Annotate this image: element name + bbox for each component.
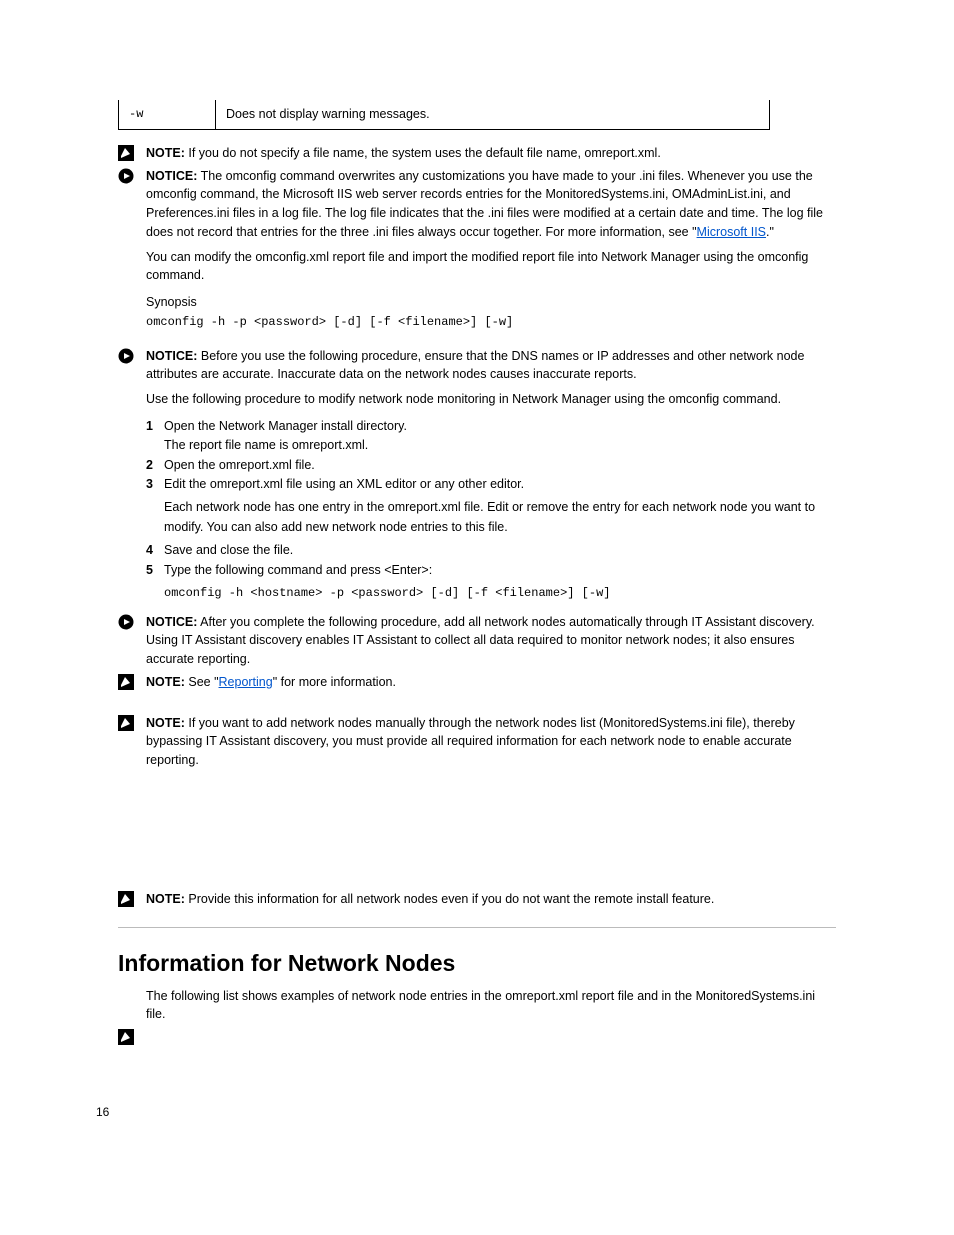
notice-text: NOTICE: The omconfig command overwrites … xyxy=(146,167,836,242)
page-content: -w Does not display warning messages. NO… xyxy=(0,0,954,1159)
note-icon xyxy=(118,891,134,907)
note-label: NOTE: xyxy=(146,716,185,730)
note-icon xyxy=(118,674,134,690)
note-block: NOTE: If you do not specify a file name,… xyxy=(118,144,836,163)
notice-text: NOTICE: Before you use the following pro… xyxy=(146,347,836,385)
notice-body: After you complete the following procedu… xyxy=(146,615,815,667)
options-table: -w Does not display warning messages. xyxy=(118,100,770,130)
section-heading: Information for Network Nodes xyxy=(118,950,836,977)
synopsis-code: omconfig -h -p <password> [-d] [-f <file… xyxy=(146,314,836,331)
section-divider xyxy=(118,927,836,928)
notice-block: NOTICE: After you complete the following… xyxy=(118,613,836,669)
notice-icon xyxy=(118,348,134,364)
notice-icon xyxy=(118,168,134,184)
step-number: 5 xyxy=(146,561,164,580)
step-text: Edit the omreport.xml file using an XML … xyxy=(164,477,524,491)
note-body: If you do not specify a file name, the s… xyxy=(185,146,661,160)
step-number: 1 xyxy=(146,417,164,436)
note-body-a: See " xyxy=(185,675,219,689)
page-number: 16 xyxy=(96,1105,836,1119)
paragraph: You can modify the omconfig.xml report f… xyxy=(146,248,836,286)
step: 4Save and close the file. xyxy=(146,541,836,560)
step: 3Edit the omreport.xml file using an XML… xyxy=(146,475,836,494)
note-block: NOTE: Provide this information for all n… xyxy=(118,890,836,909)
step-subtext: Each network node has one entry in the o… xyxy=(164,498,836,537)
link-microsoft-iis[interactable]: Microsoft IIS xyxy=(697,225,766,239)
notice-label: NOTICE: xyxy=(146,169,197,183)
note-icon xyxy=(118,1029,134,1045)
step-subtext: The report file name is omreport.xml. xyxy=(164,436,836,455)
notice-block: NOTICE: Before you use the following pro… xyxy=(118,347,836,385)
synopsis-label: Synopsis xyxy=(146,293,836,312)
step-number: 3 xyxy=(146,475,164,494)
notice-body-b: ." xyxy=(766,225,774,239)
link-reporting[interactable]: Reporting xyxy=(219,675,273,689)
option-desc: Does not display warning messages. xyxy=(216,100,770,129)
steps-list: 1Open the Network Manager install direct… xyxy=(146,417,836,603)
note-label: NOTE: xyxy=(146,146,185,160)
step-code: omconfig -h <hostname> -p <password> [-d… xyxy=(164,584,836,603)
step-number: 4 xyxy=(146,541,164,560)
note-text: NOTE: If you want to add network nodes m… xyxy=(146,714,836,770)
step: 5Type the following command and press <E… xyxy=(146,561,836,580)
note-icon xyxy=(118,145,134,161)
note-body-b: " for more information. xyxy=(273,675,396,689)
note-block xyxy=(118,1028,836,1045)
note-icon xyxy=(118,715,134,731)
note-body: Provide this information for all network… xyxy=(185,892,714,906)
step-text: Open the Network Manager install directo… xyxy=(164,419,407,433)
paragraph: The following list shows examples of net… xyxy=(146,987,836,1025)
table-row: -w Does not display warning messages. xyxy=(119,100,770,129)
notice-icon xyxy=(118,614,134,630)
option-flag: -w xyxy=(119,100,216,129)
paragraph: Use the following procedure to modify ne… xyxy=(146,390,836,409)
notice-text: NOTICE: After you complete the following… xyxy=(146,613,836,669)
notice-body: Before you use the following procedure, … xyxy=(146,349,804,382)
note-text: NOTE: If you do not specify a file name,… xyxy=(146,144,836,163)
notice-label: NOTICE: xyxy=(146,615,197,629)
step-text: Open the omreport.xml file. xyxy=(164,458,315,472)
step-text: Save and close the file. xyxy=(164,543,293,557)
notice-block: NOTICE: The omconfig command overwrites … xyxy=(118,167,836,242)
note-body: If you want to add network nodes manuall… xyxy=(146,716,795,768)
note-label: NOTE: xyxy=(146,892,185,906)
step: 1Open the Network Manager install direct… xyxy=(146,417,836,436)
note-block: The following list shows examples of net… xyxy=(118,987,836,1025)
note-label: NOTE: xyxy=(146,675,185,689)
note-text: NOTE: See "Reporting" for more informati… xyxy=(146,673,836,692)
step-text: Type the following command and press <En… xyxy=(164,563,432,577)
note-block: NOTE: See "Reporting" for more informati… xyxy=(118,673,836,692)
step-number: 2 xyxy=(146,456,164,475)
note-text: NOTE: Provide this information for all n… xyxy=(146,890,836,909)
notice-label: NOTICE: xyxy=(146,349,197,363)
note-block: NOTE: If you want to add network nodes m… xyxy=(118,714,836,770)
step: 2Open the omreport.xml file. xyxy=(146,456,836,475)
